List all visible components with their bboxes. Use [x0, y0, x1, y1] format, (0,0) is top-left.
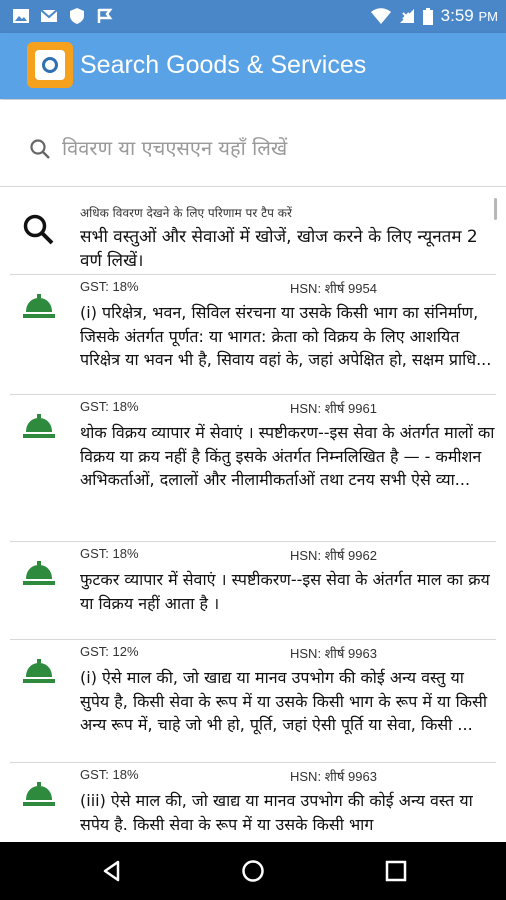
hint-small-text: अधिक विवरण देखने के लिए परिणाम पर टैप कर… — [80, 206, 292, 220]
service-bell-icon — [23, 561, 55, 585]
result-description: (i) परिक्षेत्र, भवन, सिविल संरचना या उसक… — [80, 303, 492, 369]
gst-rate: GST: 12% — [80, 644, 139, 659]
hsn-code: HSN: शीर्ष 9963 — [290, 646, 377, 661]
battery-icon — [422, 7, 433, 25]
status-bar: 3:59 PM — [0, 0, 506, 33]
gst-rate: GST: 18% — [80, 279, 139, 294]
search-hint: अधिक विवरण देखने के लिए परिणाम पर टैप कर… — [0, 186, 506, 274]
result-item[interactable]: GST: 18% HSN: शीर्ष 9963 (iii) ऐसे माल क… — [0, 762, 506, 842]
service-bell-icon — [23, 294, 55, 318]
back-icon[interactable] — [100, 859, 124, 883]
result-description: (i) ऐसे माल की, जो खाद्य या मानव उपभोग क… — [80, 668, 487, 734]
result-item[interactable]: GST: 18% HSN: शीर्ष 9954 (i) परिक्षेत्र,… — [0, 274, 506, 394]
gst-rate: GST: 18% — [80, 767, 139, 782]
search-icon — [30, 139, 50, 159]
home-icon[interactable] — [241, 859, 265, 883]
result-description: थोक विक्रय व्यापार में सेवाएं । स्पष्टीक… — [80, 423, 495, 489]
search-bar — [0, 100, 506, 186]
result-item[interactable]: GST: 12% HSN: शीर्ष 9963 (i) ऐसे माल की,… — [0, 639, 506, 762]
hsn-code: HSN: शीर्ष 9954 — [290, 281, 377, 296]
gst-rate: GST: 18% — [80, 546, 139, 561]
status-time: 3:59 PM — [440, 6, 498, 25]
app-bar: Search Goods & Services — [0, 33, 506, 99]
search-input[interactable] — [62, 128, 482, 168]
gst-rate: GST: 18% — [80, 399, 139, 414]
result-item[interactable]: GST: 18% HSN: शीर्ष 9961 थोक विक्रय व्या… — [0, 394, 506, 541]
hsn-code: HSN: शीर्ष 9962 — [290, 548, 377, 563]
results-list[interactable]: अधिक विवरण देखने के लिए परिणाम पर टैप कर… — [0, 186, 506, 842]
result-description: (iii) ऐसे माल की, जो खाद्य या मानव उपभोग… — [80, 791, 473, 834]
service-bell-icon — [23, 782, 55, 806]
flag-icon — [97, 8, 113, 23]
service-bell-icon — [23, 414, 55, 438]
app-logo-icon — [27, 42, 73, 88]
hint-text: सभी वस्तुओं और सेवाओं में खोजें, खोज करन… — [80, 227, 478, 271]
navigation-bar — [0, 842, 506, 900]
mail-icon — [40, 9, 58, 22]
search-icon — [23, 214, 54, 245]
hsn-code: HSN: शीर्ष 9963 — [290, 769, 377, 784]
wifi-icon — [370, 8, 391, 24]
result-item[interactable]: GST: 18% HSN: शीर्ष 9962 फुटकर व्यापार म… — [0, 541, 506, 639]
no-sim-icon — [399, 9, 414, 23]
result-description: फुटकर व्यापार में सेवाएं । स्पष्टीकरण--इ… — [80, 570, 490, 613]
shield-icon — [70, 8, 84, 24]
app-title: Search Goods & Services — [80, 51, 367, 79]
hsn-code: HSN: शीर्ष 9961 — [290, 401, 377, 416]
service-bell-icon — [23, 659, 55, 683]
recents-icon[interactable] — [384, 859, 408, 883]
image-icon — [13, 9, 29, 23]
